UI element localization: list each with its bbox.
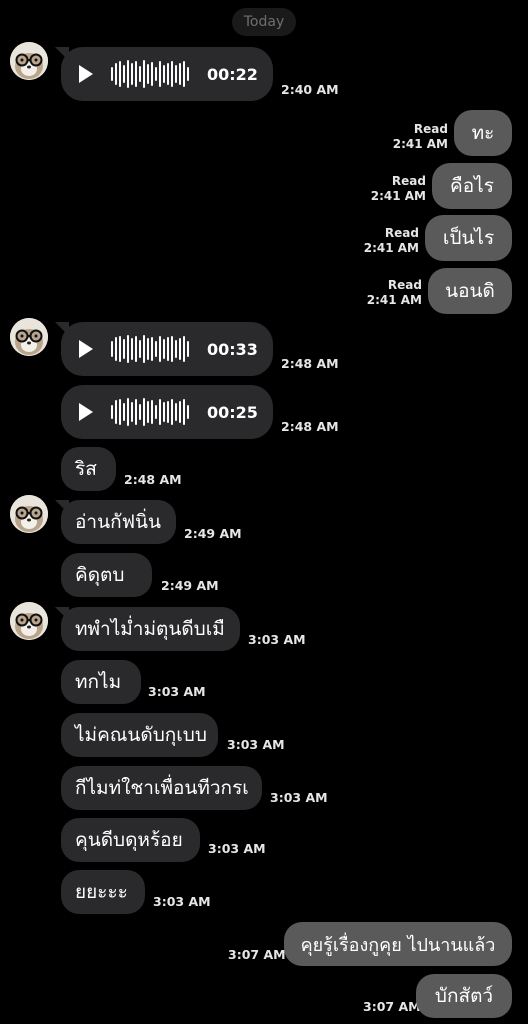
message-bubble[interactable]: ทกไม bbox=[61, 660, 141, 704]
voice-message[interactable]: 00:25 bbox=[61, 385, 273, 439]
message-bubble[interactable]: ทะ bbox=[454, 110, 512, 156]
message-bubble[interactable]: คิดุตบ bbox=[61, 553, 152, 597]
play-icon[interactable] bbox=[79, 65, 93, 83]
avatar[interactable] bbox=[10, 495, 48, 533]
waveform-icon bbox=[111, 334, 191, 364]
message-time: 3:03 AM bbox=[227, 737, 285, 752]
message-bubble[interactable]: บักสัตว์ bbox=[416, 974, 512, 1018]
read-receipt: Read 2:41 AM bbox=[370, 174, 426, 203]
voice-message[interactable]: 00:22 bbox=[61, 47, 273, 101]
message-time: 2:48 AM bbox=[281, 356, 339, 371]
waveform-icon bbox=[111, 397, 191, 427]
message-bubble[interactable]: กีไมท่ใชาเพื่อนทีวกรเ bbox=[61, 766, 262, 810]
message-time: 2:48 AM bbox=[124, 472, 182, 487]
message-bubble[interactable]: คุยรู้เรื่องกูคุย ไปนานแล้ว bbox=[284, 922, 512, 966]
dog-avatar-icon bbox=[10, 602, 48, 640]
waveform-icon bbox=[111, 59, 191, 89]
message-bubble[interactable]: อ่านกัฟนิ่น bbox=[61, 500, 176, 544]
avatar[interactable] bbox=[10, 42, 48, 80]
message-bubble[interactable]: คุนดีบดุหร้อย bbox=[61, 818, 200, 862]
play-icon[interactable] bbox=[79, 403, 93, 421]
message-bubble[interactable]: ยยะะะ bbox=[61, 870, 145, 914]
message-time: 3:03 AM bbox=[248, 632, 306, 647]
message-time: 2:49 AM bbox=[184, 526, 242, 541]
read-receipt: Read 2:41 AM bbox=[363, 226, 419, 255]
message-time: 3:03 AM bbox=[148, 684, 206, 699]
avatar[interactable] bbox=[10, 602, 48, 640]
message-time: 3:03 AM bbox=[208, 841, 266, 856]
message-bubble[interactable]: คือไร bbox=[432, 163, 512, 209]
message-bubble[interactable]: ทพำไม่ำม่ตุนดีบเมื bbox=[61, 607, 240, 651]
read-receipt: Read 2:41 AM bbox=[366, 278, 422, 307]
voice-message[interactable]: 00:33 bbox=[61, 322, 273, 376]
voice-duration: 00:33 bbox=[207, 339, 258, 359]
read-receipt: Read 2:41 AM bbox=[392, 122, 448, 151]
date-separator: Today bbox=[232, 8, 296, 36]
message-time: 2:48 AM bbox=[281, 419, 339, 434]
message-time: 3:07 AM bbox=[363, 999, 421, 1014]
message-bubble[interactable]: ไม่คณนดับกุเบบ bbox=[61, 713, 218, 757]
message-time: 3:03 AM bbox=[270, 790, 328, 805]
dog-avatar-icon bbox=[10, 318, 48, 356]
message-time: 2:40 AM bbox=[281, 82, 339, 97]
message-time: 2:49 AM bbox=[161, 578, 219, 593]
message-time: 3:07 AM bbox=[228, 947, 286, 962]
message-time: 3:03 AM bbox=[153, 894, 211, 909]
message-bubble[interactable]: นอนดิ bbox=[428, 268, 512, 314]
avatar[interactable] bbox=[10, 318, 48, 356]
message-bubble[interactable]: ริส bbox=[61, 447, 116, 491]
voice-duration: 00:25 bbox=[207, 402, 258, 422]
message-bubble[interactable]: เป็นไร bbox=[425, 215, 512, 261]
dog-avatar-icon bbox=[10, 495, 48, 533]
play-icon[interactable] bbox=[79, 340, 93, 358]
voice-duration: 00:22 bbox=[207, 64, 258, 84]
dog-avatar-icon bbox=[10, 42, 48, 80]
